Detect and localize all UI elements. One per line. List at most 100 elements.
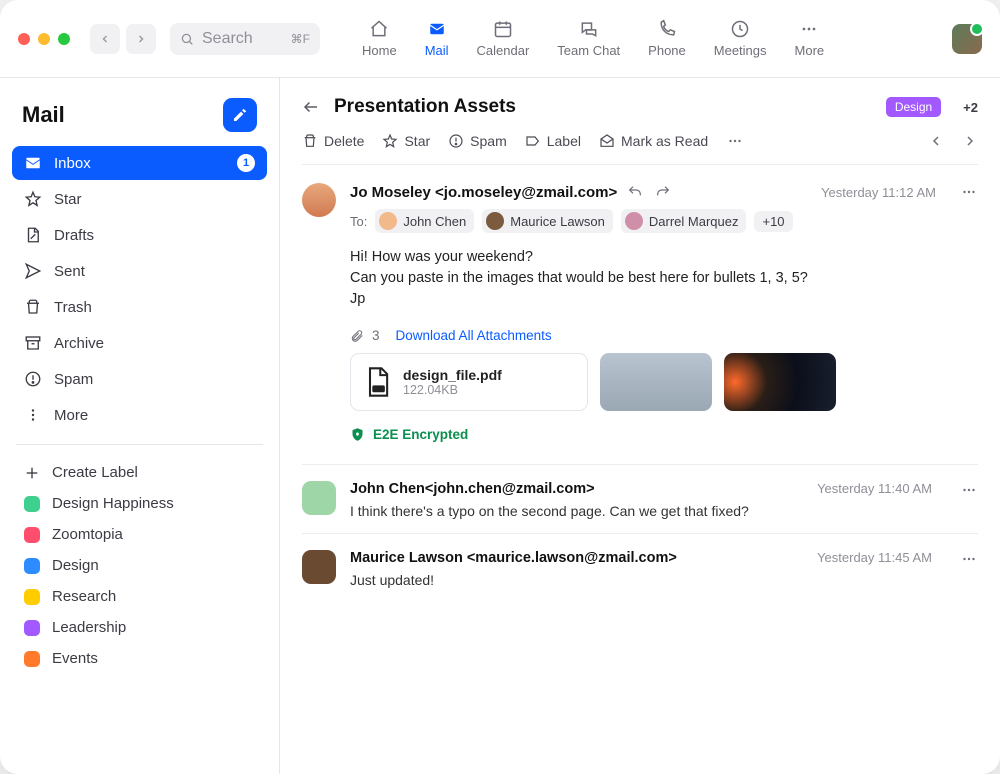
reply-menu-button[interactable]: [960, 481, 978, 499]
inbox-icon: [24, 154, 42, 172]
label-design[interactable]: Design: [12, 550, 267, 581]
folder-drafts[interactable]: Drafts: [12, 218, 267, 252]
folder-sent[interactable]: Sent: [12, 254, 267, 288]
close-window-button[interactable]: [18, 33, 30, 45]
reply-time: Yesterday 11:45 AM: [817, 550, 932, 565]
label-leadership[interactable]: Leadership: [12, 612, 267, 643]
reply-from: John Chen<john.chen@zmail.com>: [350, 481, 803, 497]
minimize-window-button[interactable]: [38, 33, 50, 45]
attachments-section: 3 Download All Attachments PDF design_fi…: [350, 328, 978, 411]
reply-time: Yesterday 11:40 AM: [817, 481, 932, 496]
reply-body: Just updated!: [350, 572, 803, 588]
sidebar-title: Mail: [22, 102, 65, 128]
back-button[interactable]: [90, 24, 120, 54]
message-time: Yesterday 11:12 AM: [821, 185, 936, 200]
maximize-window-button[interactable]: [58, 33, 70, 45]
label-research[interactable]: Research: [12, 581, 267, 612]
reply-from: Maurice Lawson <maurice.lawson@zmail.com…: [350, 550, 803, 566]
tab-phone[interactable]: Phone: [648, 19, 686, 58]
drafts-icon: [24, 226, 42, 244]
folder-more[interactable]: More: [12, 398, 267, 432]
label-color-icon: [24, 589, 40, 605]
next-thread-button[interactable]: [962, 133, 978, 149]
forward-button[interactable]: [655, 184, 671, 200]
trash-icon: [302, 133, 318, 149]
pdf-file-icon: PDF: [363, 365, 393, 399]
tab-strip: Home Mail Calendar Team Chat Phone Meeti…: [362, 19, 824, 58]
reply-button[interactable]: [627, 184, 643, 200]
recipient-chip[interactable]: Darrel Marquez: [621, 209, 747, 233]
clock-icon: [730, 19, 750, 39]
folder-star[interactable]: Star: [12, 182, 267, 216]
tab-calendar[interactable]: Calendar: [477, 19, 530, 58]
attachment-image-2[interactable]: [724, 353, 836, 411]
folder-inbox[interactable]: Inbox 1: [12, 146, 267, 180]
trash-icon: [24, 298, 42, 316]
tab-home[interactable]: Home: [362, 19, 397, 58]
attachment-image-1[interactable]: [600, 353, 712, 411]
chat-icon: [579, 19, 599, 39]
traffic-lights: [18, 33, 70, 45]
search-shortcut: ⌘F: [291, 32, 310, 46]
thread-header: Presentation Assets Design +2: [302, 78, 978, 128]
sent-icon: [24, 262, 42, 280]
reply-body: I think there's a typo on the second pag…: [350, 503, 803, 519]
toolbar-more-button[interactable]: [726, 132, 744, 150]
compose-button[interactable]: [223, 98, 257, 132]
recipient-avatar-icon: [625, 212, 643, 230]
reply-item[interactable]: John Chen<john.chen@zmail.com> I think t…: [302, 465, 978, 534]
tab-meetings[interactable]: Meetings: [714, 19, 767, 58]
spam-icon: [448, 133, 464, 149]
sender-avatar[interactable]: [302, 183, 336, 217]
recipient-chip[interactable]: John Chen: [375, 209, 474, 233]
star-button[interactable]: Star: [382, 133, 430, 149]
spam-button[interactable]: Spam: [448, 133, 507, 149]
download-all-link[interactable]: Download All Attachments: [396, 328, 552, 343]
sidebar: Mail Inbox 1 Star Drafts: [0, 78, 280, 774]
attachment-file[interactable]: PDF design_file.pdf 122.04KB: [350, 353, 588, 411]
label-button[interactable]: Label: [525, 133, 581, 149]
reply-item[interactable]: Maurice Lawson <maurice.lawson@zmail.com…: [302, 534, 978, 602]
reply-avatar: [302, 481, 336, 515]
tab-more[interactable]: More: [795, 19, 825, 58]
folder-list: Inbox 1 Star Drafts Sent Trash: [12, 146, 267, 432]
create-label-button[interactable]: Create Label: [12, 457, 267, 488]
star-icon: [382, 133, 398, 149]
message-menu-button[interactable]: [960, 183, 978, 201]
profile-avatar[interactable]: [952, 24, 982, 54]
thread-tag[interactable]: Design: [886, 97, 941, 117]
encryption-badge: E2E Encrypted: [350, 427, 978, 442]
mail-icon: [427, 19, 447, 39]
label-color-icon: [24, 496, 40, 512]
phone-icon: [657, 19, 677, 39]
tab-team-chat[interactable]: Team Chat: [557, 19, 620, 58]
app-window: Search ⌘F Home Mail Calendar Team Chat: [0, 0, 1000, 774]
message-primary: Jo Moseley <jo.moseley@zmail.com> Yester…: [302, 165, 978, 465]
reply-menu-button[interactable]: [960, 550, 978, 568]
to-label: To:: [350, 214, 367, 229]
inbox-badge: 1: [237, 154, 255, 172]
thread-more-tags[interactable]: +2: [963, 100, 978, 115]
mark-read-button[interactable]: Mark as Read: [599, 133, 708, 149]
envelope-open-icon: [599, 133, 615, 149]
label-events[interactable]: Events: [12, 643, 267, 674]
label-design-happiness[interactable]: Design Happiness: [12, 488, 267, 519]
more-horizontal-icon: [799, 19, 819, 39]
message-body: Hi! How was your weekend? Can you paste …: [350, 247, 978, 310]
history-nav: [90, 24, 156, 54]
thread-back-button[interactable]: [302, 98, 320, 116]
folder-spam[interactable]: Spam: [12, 362, 267, 396]
folder-archive[interactable]: Archive: [12, 326, 267, 360]
more-vertical-icon: [24, 406, 42, 424]
thread-subject: Presentation Assets: [334, 96, 516, 118]
forward-button[interactable]: [126, 24, 156, 54]
search-input[interactable]: Search ⌘F: [170, 23, 320, 55]
recipient-chip[interactable]: Maurice Lawson: [482, 209, 613, 233]
home-icon: [369, 19, 389, 39]
delete-button[interactable]: Delete: [302, 133, 364, 149]
label-zoomtopia[interactable]: Zoomtopia: [12, 519, 267, 550]
prev-thread-button[interactable]: [928, 133, 944, 149]
tab-mail[interactable]: Mail: [425, 19, 449, 58]
recipients-more-button[interactable]: +10: [754, 211, 792, 232]
folder-trash[interactable]: Trash: [12, 290, 267, 324]
